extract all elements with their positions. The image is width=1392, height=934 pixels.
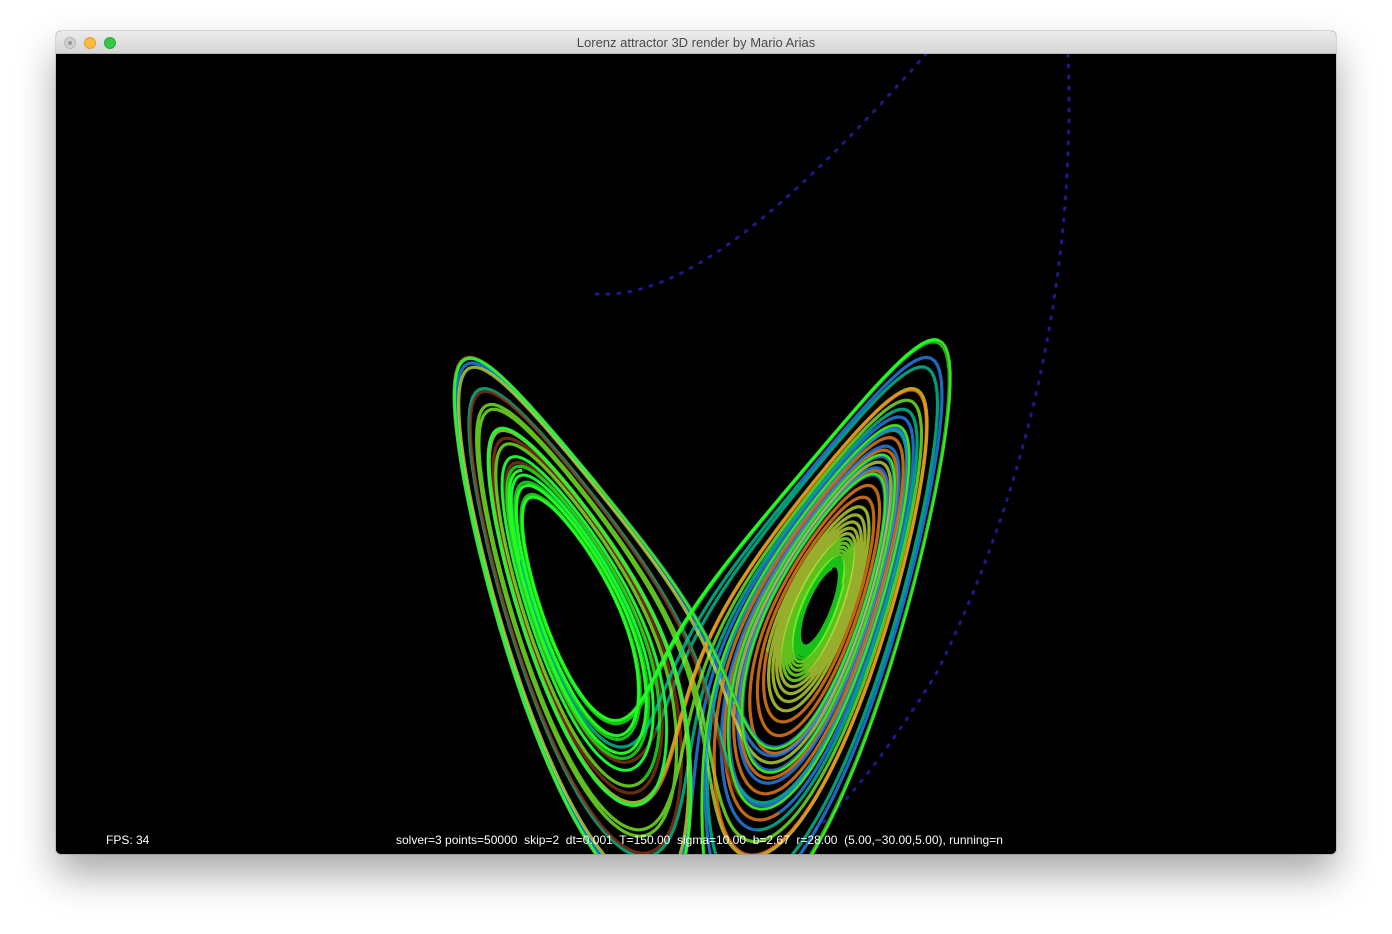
render-canvas[interactable]: FPS: 34 solver=3 points=50000 skip=2 dt=… xyxy=(56,54,1336,854)
app-window: Lorenz attractor 3D render by Mario Aria… xyxy=(56,31,1336,854)
attractor-trail xyxy=(452,338,952,854)
simulation-status: solver=3 points=50000 skip=2 dt=0.001 T=… xyxy=(396,833,1003,847)
lorenz-attractor-render xyxy=(452,54,1071,854)
window-title: Lorenz attractor 3D render by Mario Aria… xyxy=(576,35,816,50)
title-bar[interactable]: Lorenz attractor 3D render by Mario Aria… xyxy=(56,31,1336,54)
fps-counter: FPS: 34 xyxy=(106,833,150,847)
